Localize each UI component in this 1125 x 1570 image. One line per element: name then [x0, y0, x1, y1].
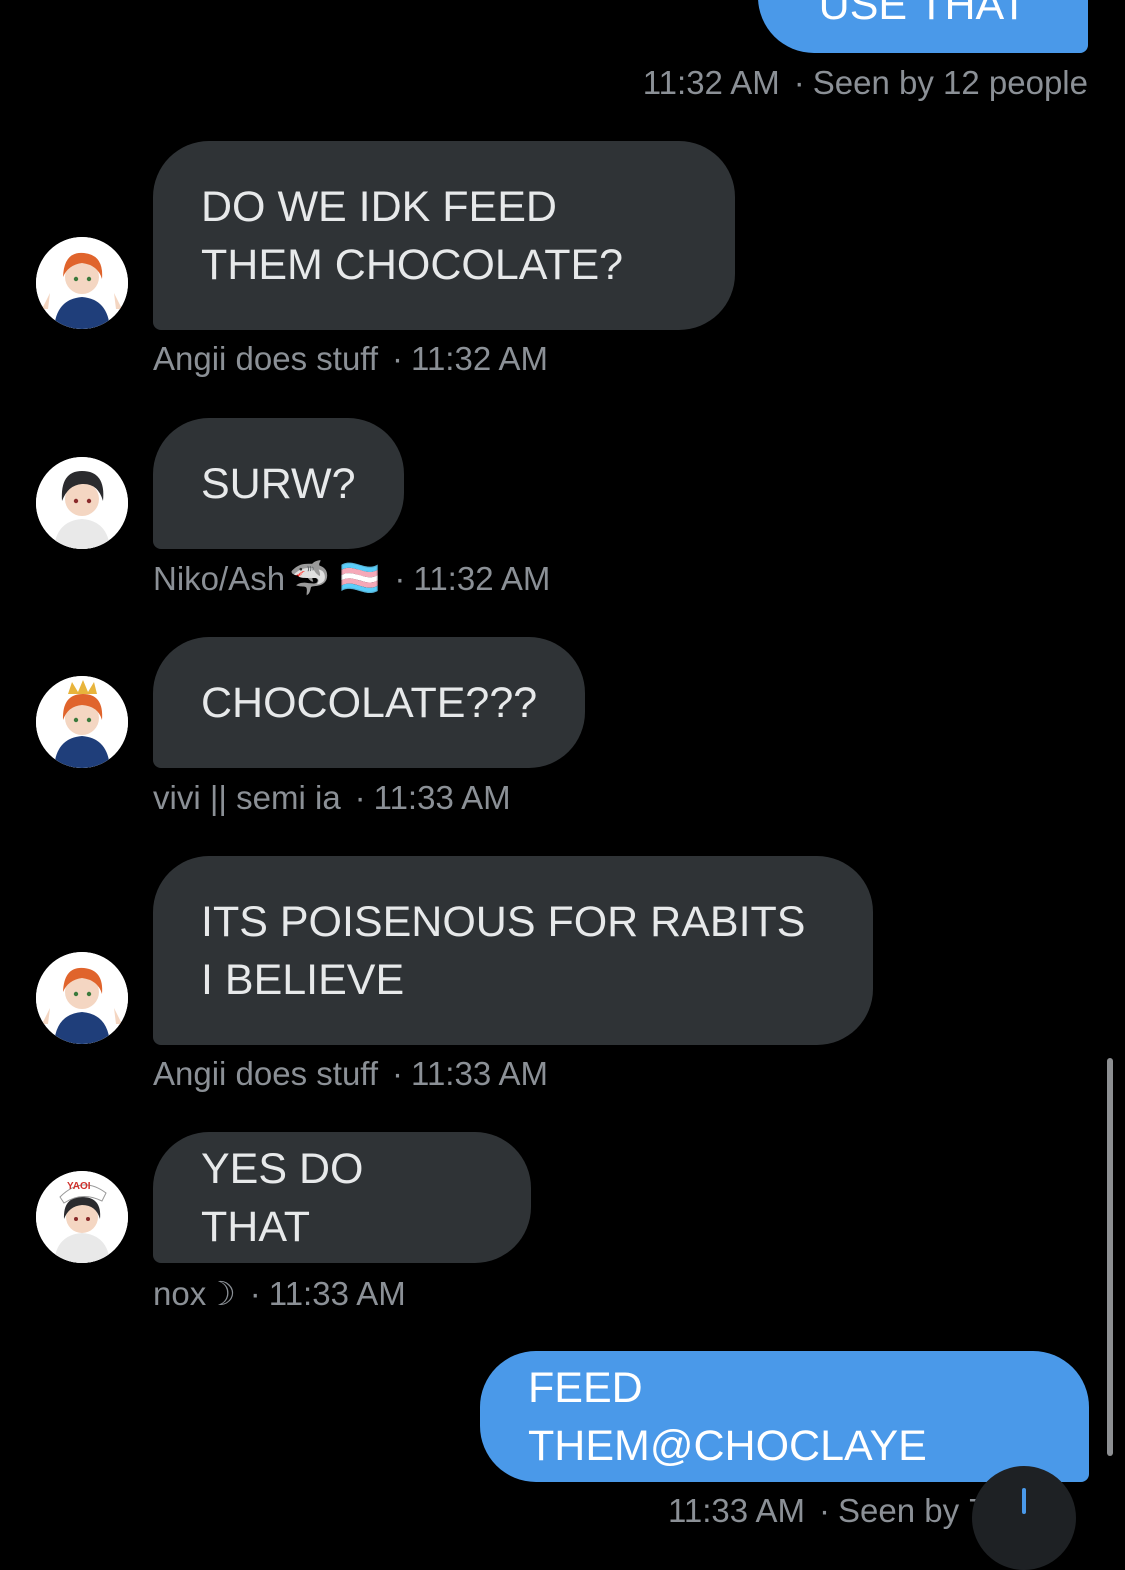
message-text: USE THAT	[818, 0, 1028, 29]
incoming-message-bubble[interactable]: YES DO THAT	[153, 1132, 531, 1263]
sender-name[interactable]: vivi || semi ia	[153, 779, 341, 817]
sender-emoji: 🦈 🏳️‍⚧️	[289, 559, 381, 596]
outgoing-message-bubble[interactable]: USE THAT	[758, 0, 1088, 53]
sender-name[interactable]: nox☽	[153, 1274, 236, 1313]
avatar[interactable]: YAOI	[36, 1171, 128, 1263]
user-avatar-icon	[36, 952, 128, 1044]
arrow-down-icon	[1022, 1488, 1026, 1514]
message-meta: 11:32 AM · Seen by 12 people	[642, 64, 1088, 101]
message-time: 11:33 AM	[411, 1055, 549, 1092]
message-time: 11:33 AM	[668, 1492, 805, 1529]
user-avatar-icon	[36, 676, 128, 768]
sender-name[interactable]: Niko/Ash	[153, 560, 285, 598]
user-avatar-icon	[36, 457, 128, 549]
avatar[interactable]	[36, 237, 128, 329]
message-meta: Angii does stuff · 11:33 AM	[153, 1055, 549, 1093]
outgoing-message-bubble[interactable]: FEED THEM@CHOCLAYE	[480, 1351, 1089, 1482]
message-meta: vivi || semi ia · 11:33 AM	[153, 779, 511, 817]
message-meta: 11:33 AM · Seen by 7	[668, 1492, 987, 1529]
message-time: 11:33 AM	[268, 1274, 406, 1312]
message-meta: Angii does stuff · 11:32 AM	[153, 340, 549, 378]
message-text: DO WE IDK FEED THEM CHOCOLATE?	[201, 182, 624, 289]
message-text: SURW?	[201, 459, 356, 508]
message-meta: Niko/Ash 🦈 🏳️‍⚧️ · 11:32 AM	[153, 559, 551, 598]
seen-status: Seen by 7	[837, 1492, 987, 1529]
sender-name[interactable]: Angii does stuff	[153, 1055, 378, 1093]
message-text: YES DO THAT	[201, 1144, 364, 1251]
message-time: 11:32 AM	[411, 340, 549, 377]
scroll-to-bottom-button[interactable]	[972, 1466, 1076, 1570]
avatar[interactable]	[36, 952, 128, 1044]
message-time: 11:33 AM	[373, 779, 511, 816]
message-text: FEED THEM@CHOCLAYE	[528, 1363, 927, 1470]
incoming-message-bubble[interactable]: ITS POISENOUS FOR RABITS I BELIEVE	[153, 856, 873, 1045]
scrollbar[interactable]	[1107, 1058, 1113, 1456]
incoming-message-bubble[interactable]: CHOCOLATE???	[153, 637, 585, 768]
incoming-message-bubble[interactable]: SURW?	[153, 418, 404, 549]
message-text: ITS POISENOUS FOR RABITS I BELIEVE	[201, 897, 806, 1004]
sender-name[interactable]: Angii does stuff	[153, 340, 378, 378]
incoming-message-bubble[interactable]: DO WE IDK FEED THEM CHOCOLATE?	[153, 141, 735, 330]
user-avatar-icon	[36, 237, 128, 329]
avatar[interactable]	[36, 457, 128, 549]
message-meta: nox☽ · 11:33 AM	[153, 1274, 406, 1313]
message-text: CHOCOLATE???	[201, 678, 538, 727]
avatar-hat-text: YAOI	[67, 1181, 91, 1192]
message-time: 11:32 AM	[413, 559, 551, 597]
avatar[interactable]	[36, 676, 128, 768]
conversation-view[interactable]: USE THAT 11:32 AM · Seen by 12 people DO…	[0, 0, 1125, 1570]
seen-status: Seen by 12 people	[812, 64, 1088, 101]
message-time: 11:32 AM	[642, 64, 780, 101]
